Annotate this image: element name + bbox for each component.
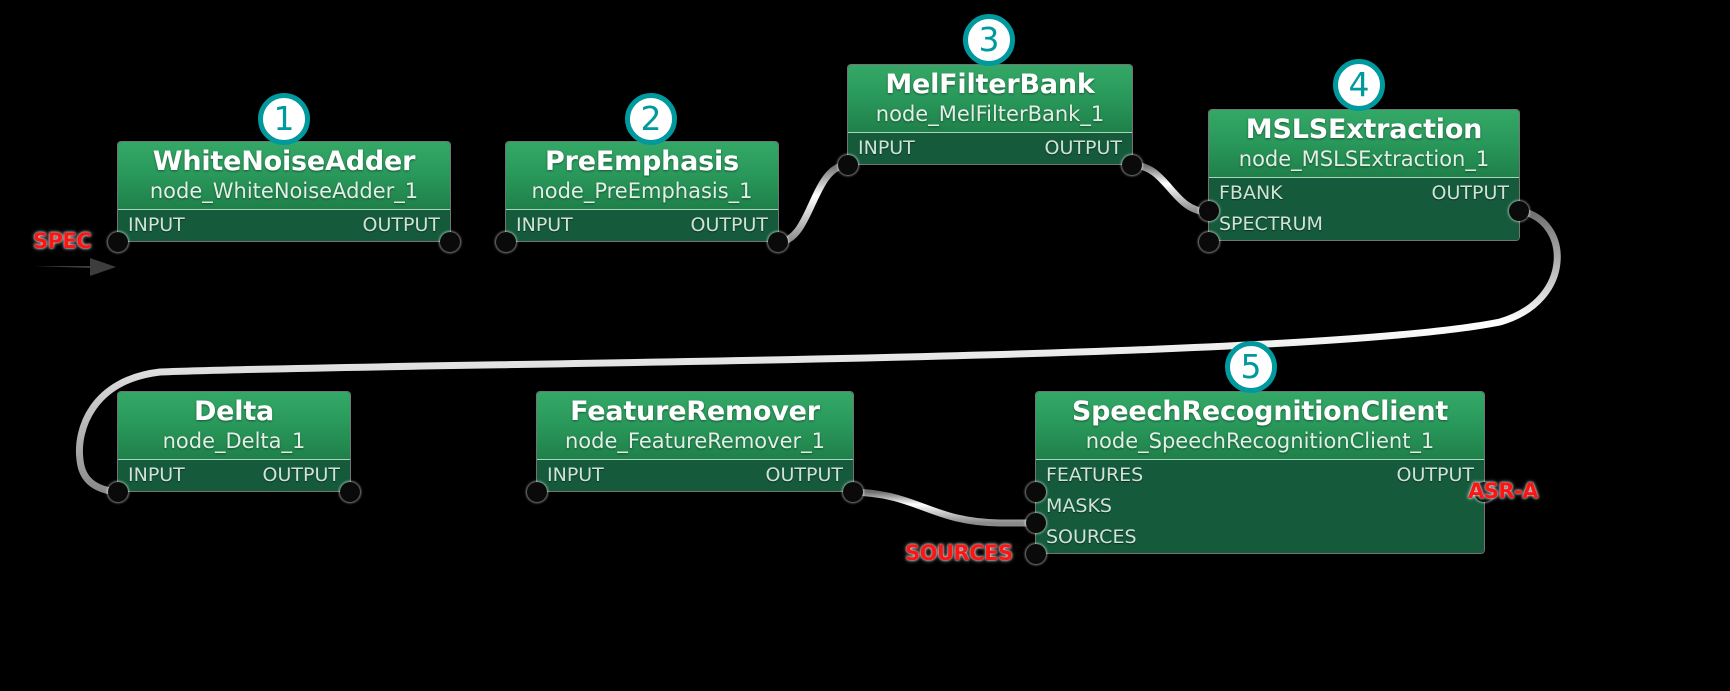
input-port-label-sources[interactable]: SOURCES <box>1046 528 1137 547</box>
input-port-label-spectrum[interactable]: SPECTRUM <box>1219 215 1323 234</box>
port-row: INPUT OUTPUT <box>118 460 350 491</box>
node-preemphasis[interactable]: PreEmphasis node_PreEmphasis_1 INPUT OUT… <box>496 142 788 252</box>
port-dot-output[interactable] <box>440 232 460 252</box>
node-delta[interactable]: Delta node_Delta_1 INPUT OUTPUT <box>108 392 360 502</box>
wire-mel-out-to-msls-fbank <box>1128 161 1213 216</box>
port-dot-spectrum[interactable] <box>1199 232 1219 252</box>
output-port-label[interactable]: OUTPUT <box>363 216 440 235</box>
node-ports: INPUT OUTPUT <box>537 460 853 491</box>
node-speechrecognitionclient[interactable]: SpeechRecognitionClient node_SpeechRecog… <box>1026 392 1494 564</box>
port-row: SOURCES <box>1036 522 1484 553</box>
node-subtitle: node_Delta_1 <box>162 429 306 453</box>
node-header: MSLSExtraction node_MSLSExtraction_1 <box>1209 110 1519 178</box>
output-port-label[interactable]: OUTPUT <box>263 466 340 485</box>
node-ports: FEATURES OUTPUT MASKS SOURCES <box>1036 460 1484 553</box>
port-row: FBANK OUTPUT <box>1209 178 1519 209</box>
node-subtitle: node_MSLSExtraction_1 <box>1238 147 1490 171</box>
input-port-label[interactable]: INPUT <box>128 466 185 485</box>
node-ports: FBANK OUTPUT SPECTRUM <box>1209 178 1519 240</box>
node-subtitle: node_SpeechRecognitionClient_1 <box>1085 429 1435 453</box>
port-dot-output[interactable] <box>843 482 863 502</box>
wire-fr-out-to-src-masks <box>849 488 1040 527</box>
port-dot-input[interactable] <box>527 482 547 502</box>
terminal-label-asr: ASR-A <box>1468 479 1539 503</box>
port-row: INPUT OUTPUT <box>118 210 450 241</box>
port-row: SPECTRUM <box>1209 209 1519 240</box>
step-badge-4: 4 <box>1333 59 1385 111</box>
step-badge-2: 2 <box>625 93 677 145</box>
input-port-label[interactable]: INPUT <box>858 139 915 158</box>
step-badge-3: 3 <box>963 14 1015 66</box>
input-port-label[interactable]: INPUT <box>547 466 604 485</box>
port-row: INPUT OUTPUT <box>848 133 1132 164</box>
port-row: INPUT OUTPUT <box>506 210 778 241</box>
input-port-label-features[interactable]: FEATURES <box>1046 466 1143 485</box>
node-subtitle: node_MelFilterBank_1 <box>875 102 1105 126</box>
node-title: WhiteNoiseAdder <box>152 146 416 177</box>
input-port-label-masks[interactable]: MASKS <box>1046 497 1112 516</box>
node-title: MSLSExtraction <box>1245 114 1483 145</box>
node-title: SpeechRecognitionClient <box>1071 396 1449 427</box>
step-badge-1: 1 <box>258 93 310 145</box>
output-port-label[interactable]: OUTPUT <box>691 216 768 235</box>
port-dot-output[interactable] <box>340 482 360 502</box>
node-graph-canvas[interactable]: WhiteNoiseAdder node_WhiteNoiseAdder_1 I… <box>0 0 1730 691</box>
port-dot-input[interactable] <box>108 232 128 252</box>
port-dot-input[interactable] <box>496 232 516 252</box>
node-title: Delta <box>193 396 275 427</box>
port-dot-features[interactable] <box>1026 482 1046 502</box>
port-dot-sources[interactable] <box>1026 544 1046 564</box>
node-subtitle: node_FeatureRemover_1 <box>565 429 825 453</box>
node-header: SpeechRecognitionClient node_SpeechRecog… <box>1036 392 1484 460</box>
port-dot-output[interactable] <box>1122 155 1142 175</box>
node-header: MelFilterBank node_MelFilterBank_1 <box>848 65 1132 133</box>
node-ports: INPUT OUTPUT <box>506 210 778 241</box>
terminal-label-sources: SOURCES <box>905 541 1013 565</box>
output-port-label[interactable]: OUTPUT <box>1397 466 1474 485</box>
output-port-label[interactable]: OUTPUT <box>1432 184 1509 203</box>
port-dot-output[interactable] <box>1509 201 1529 221</box>
node-header: Delta node_Delta_1 <box>118 392 350 460</box>
node-title: MelFilterBank <box>885 69 1095 100</box>
node-featureremover[interactable]: FeatureRemover node_FeatureRemover_1 INP… <box>527 392 863 502</box>
node-melfilterbank[interactable]: MelFilterBank node_MelFilterBank_1 INPUT… <box>838 65 1142 175</box>
port-row: MASKS <box>1036 491 1484 522</box>
output-port-label[interactable]: OUTPUT <box>1045 139 1122 158</box>
port-row: INPUT OUTPUT <box>537 460 853 491</box>
node-header: FeatureRemover node_FeatureRemover_1 <box>537 392 853 460</box>
node-ports: INPUT OUTPUT <box>848 133 1132 164</box>
input-port-label[interactable]: INPUT <box>128 216 185 235</box>
input-port-label-fbank[interactable]: FBANK <box>1219 184 1283 203</box>
node-title: FeatureRemover <box>570 396 820 427</box>
port-row: FEATURES OUTPUT <box>1036 460 1484 491</box>
node-ports: INPUT OUTPUT <box>118 460 350 491</box>
input-port-label[interactable]: INPUT <box>516 216 573 235</box>
wire-pre-out-to-mel-in <box>774 161 852 246</box>
port-dot-fbank[interactable] <box>1199 201 1219 221</box>
step-badge-5: 5 <box>1225 341 1277 393</box>
node-header: PreEmphasis node_PreEmphasis_1 <box>506 142 778 210</box>
output-port-label[interactable]: OUTPUT <box>766 466 843 485</box>
node-mslsextraction[interactable]: MSLSExtraction node_MSLSExtraction_1 FBA… <box>1199 110 1529 252</box>
port-dot-input[interactable] <box>108 482 128 502</box>
port-dot-input[interactable] <box>838 155 858 175</box>
node-header: WhiteNoiseAdder node_WhiteNoiseAdder_1 <box>118 142 450 210</box>
node-title: PreEmphasis <box>545 146 739 177</box>
terminal-label-spec: SPEC <box>33 229 92 253</box>
port-dot-masks[interactable] <box>1026 513 1046 533</box>
node-subtitle: node_WhiteNoiseAdder_1 <box>149 179 419 203</box>
node-ports: INPUT OUTPUT <box>118 210 450 241</box>
port-dot-output[interactable] <box>768 232 788 252</box>
node-subtitle: node_PreEmphasis_1 <box>531 179 753 203</box>
input-arrow-icon <box>34 258 116 276</box>
node-whitenoiseadder[interactable]: WhiteNoiseAdder node_WhiteNoiseAdder_1 I… <box>108 142 460 252</box>
